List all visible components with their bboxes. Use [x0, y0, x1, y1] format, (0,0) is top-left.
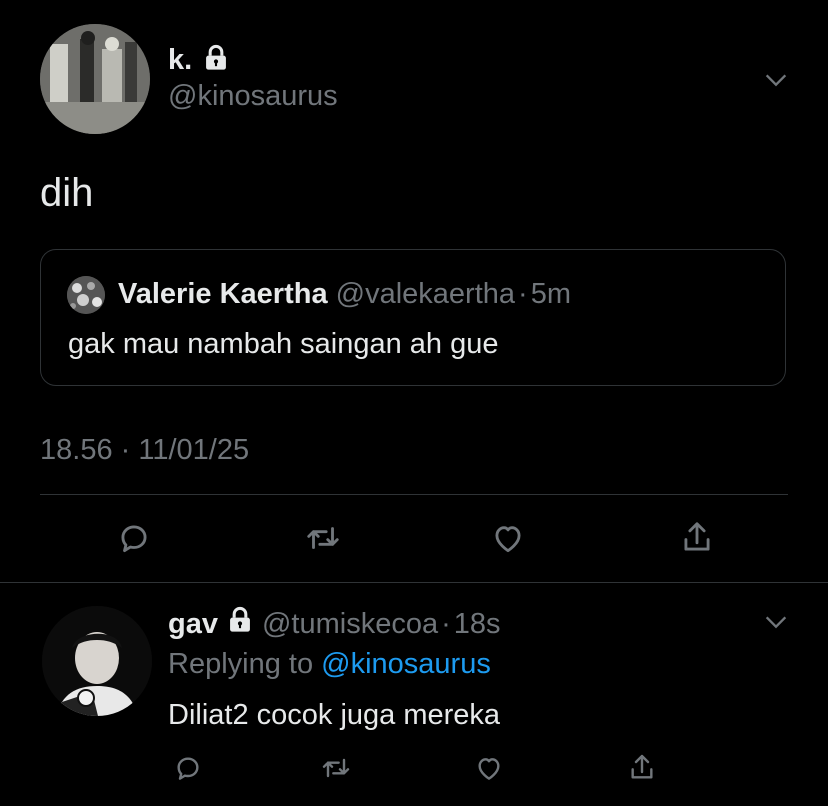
quoted-author-avatar-image — [67, 276, 105, 314]
lock-icon — [226, 606, 254, 642]
like-icon — [478, 758, 500, 780]
quoted-tweet-card[interactable] — [40, 249, 786, 386]
tweet-options-chevron-icon[interactable] — [762, 66, 790, 94]
share-icon — [684, 522, 710, 551]
quoted-author-avatar — [67, 276, 105, 314]
replying-to-label: Replying to — [168, 648, 314, 680]
author-handle[interactable]: @kinosaurus — [168, 80, 338, 113]
like-icon — [495, 526, 521, 553]
quoted-separator: · — [518, 278, 528, 310]
share-button[interactable] — [677, 518, 717, 558]
reply-author-avatar[interactable] — [42, 606, 152, 716]
quoted-text: gak mau nambah saingan ah gue — [68, 328, 499, 360]
retweet-icon — [307, 527, 339, 549]
lock-icon — [202, 44, 230, 77]
reply-options-chevron-icon[interactable] — [762, 608, 790, 636]
reply-handle[interactable]: @tumiskecoa — [262, 608, 438, 641]
tweet-text: dih — [40, 171, 94, 215]
author-avatar-image — [40, 24, 150, 134]
reply-button[interactable] — [114, 518, 154, 558]
retweet-button[interactable] — [303, 518, 343, 558]
author-name-row[interactable]: k. — [168, 42, 230, 78]
quoted-header: Valerie Kaertha @valekaertha · 5m — [118, 278, 571, 311]
quoted-display-name: Valerie Kaertha — [118, 278, 328, 310]
reply-text: Diliat2 cocok juga mereka — [168, 699, 501, 731]
quoted-handle: @valekaertha — [335, 278, 516, 310]
retweet-button[interactable] — [316, 748, 356, 788]
replying-to-line: Replying to @kinosaurus — [168, 648, 491, 681]
author-display-name: k. — [168, 43, 193, 76]
reply-display-name[interactable]: gav — [168, 608, 218, 641]
tweet-timestamp[interactable]: 18.56 · 11/01/25 — [40, 434, 249, 467]
quoted-time: 5m — [530, 278, 571, 310]
reply-button[interactable] — [168, 748, 208, 788]
like-button[interactable] — [469, 748, 509, 788]
share-icon — [631, 754, 653, 779]
reply-icon — [121, 525, 147, 553]
retweet-icon — [322, 758, 350, 778]
reply-separator: · — [441, 607, 451, 640]
reply-icon — [177, 757, 199, 780]
replying-to-handle-link[interactable]: @kinosaurus — [321, 648, 491, 680]
share-button[interactable] — [622, 748, 662, 788]
reply-author-avatar-image — [42, 606, 152, 716]
divider — [40, 494, 788, 495]
author-avatar[interactable] — [40, 24, 150, 134]
like-button[interactable] — [488, 518, 528, 558]
reply-time[interactable]: 18s — [454, 608, 501, 641]
reply-header: gav @tumiskecoa · 18s — [168, 606, 501, 642]
divider — [0, 582, 828, 583]
